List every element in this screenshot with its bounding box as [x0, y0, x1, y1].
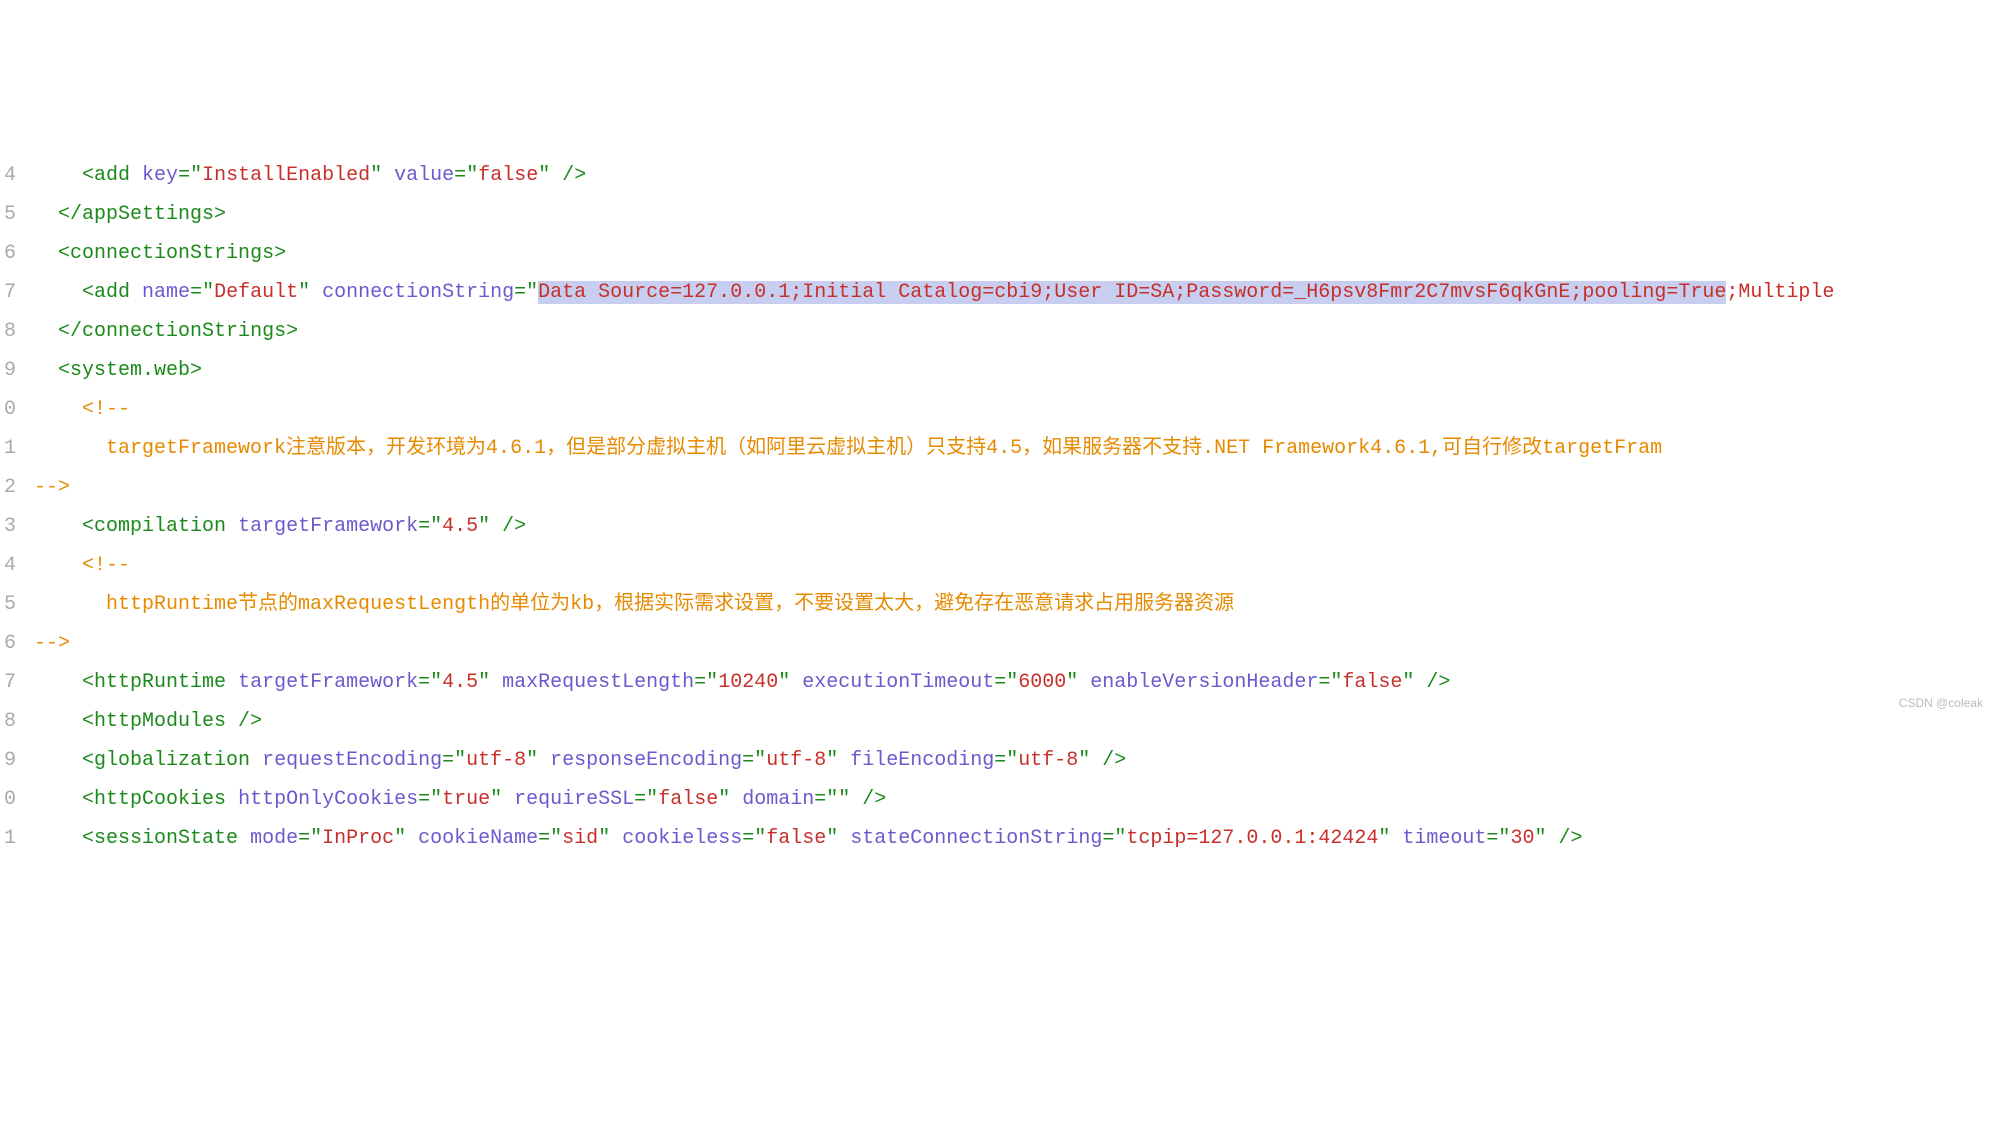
- code-line: <system.web>: [34, 359, 202, 382]
- code-line: <httpCookies httpOnlyCookies="true" requ…: [34, 788, 886, 811]
- ln: 1: [4, 437, 16, 460]
- ln: 8: [4, 320, 16, 343]
- code-line: <add key="InstallEnabled" value="false" …: [34, 164, 586, 187]
- ln: 2: [4, 476, 16, 499]
- line-gutter: 4 5 6 7 8 9 0 1 2 3 4 5 6 7 8 9 0 1: [0, 156, 34, 858]
- code-line: httpRuntime节点的maxRequestLength的单位为kb，根据实…: [34, 593, 1234, 616]
- ln: 0: [4, 788, 16, 811]
- code-line: targetFramework注意版本，开发环境为4.6.1，但是部分虚拟主机（…: [34, 437, 1662, 460]
- ln: 7: [4, 281, 16, 304]
- code-line: </appSettings>: [34, 203, 226, 226]
- code-line: <globalization requestEncoding="utf-8" r…: [34, 749, 1126, 772]
- ln: 5: [4, 203, 16, 226]
- ln: 5: [4, 593, 16, 616]
- code-line: -->: [34, 476, 70, 499]
- ln: 6: [4, 632, 16, 655]
- ln: 7: [4, 671, 16, 694]
- ln: 4: [4, 164, 16, 187]
- ln: 8: [4, 710, 16, 733]
- code-line: <!--: [34, 554, 130, 577]
- code-line: <add name="Default" connectionString="Da…: [34, 281, 1834, 304]
- watermark: CSDN @coleak: [1899, 692, 1983, 715]
- code-line: <connectionStrings>: [34, 242, 286, 265]
- ln: 6: [4, 242, 16, 265]
- code-editor: 4 5 6 7 8 9 0 1 2 3 4 5 6 7 8 9 0 1 <add…: [0, 156, 1995, 858]
- ln: 9: [4, 749, 16, 772]
- ln: 1: [4, 827, 16, 850]
- code-line: <httpRuntime targetFramework="4.5" maxRe…: [34, 671, 1450, 694]
- code-line: <httpModules />: [34, 710, 262, 733]
- code-line: -->: [34, 632, 70, 655]
- ln: 9: [4, 359, 16, 382]
- ln: 4: [4, 554, 16, 577]
- ln: 3: [4, 515, 16, 538]
- code-line: </connectionStrings>: [34, 320, 298, 343]
- code-line: <compilation targetFramework="4.5" />: [34, 515, 526, 538]
- ln: 0: [4, 398, 16, 421]
- code-line: <sessionState mode="InProc" cookieName="…: [34, 827, 1582, 850]
- code-body[interactable]: <add key="InstallEnabled" value="false" …: [34, 156, 1995, 858]
- code-line: <!--: [34, 398, 130, 421]
- connection-string-highlight: Data Source=127.0.0.1;Initial Catalog=cb…: [538, 281, 1726, 304]
